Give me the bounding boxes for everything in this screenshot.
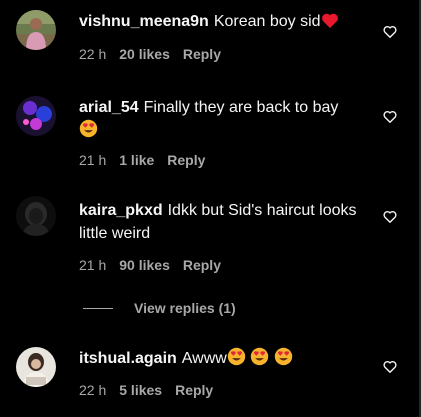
comment-text-block: itshual.again Awww bbox=[79, 347, 369, 373]
comment-text: Korean boy sid bbox=[213, 13, 321, 30]
comment-time: 22 h bbox=[79, 46, 107, 62]
comment-time: 21 h bbox=[79, 257, 107, 273]
comment-time: 21 h bbox=[79, 152, 107, 168]
heart-eyes-emoji-icon bbox=[250, 347, 269, 373]
heart-eyes-emoji-icon bbox=[79, 119, 98, 145]
comment-text: Awww bbox=[181, 350, 227, 367]
comment-meta: 21 h 90 likes Reply bbox=[79, 257, 234, 273]
comment-time: 22 h bbox=[79, 382, 107, 398]
reply-button[interactable]: Reply bbox=[167, 152, 205, 168]
avatar[interactable] bbox=[16, 196, 56, 236]
comment-meta: 21 h 1 like Reply bbox=[79, 152, 218, 168]
comment-username[interactable]: arial_54 bbox=[79, 99, 139, 116]
avatar[interactable] bbox=[16, 96, 56, 136]
avatar[interactable] bbox=[16, 10, 56, 50]
heart-outline-icon[interactable] bbox=[383, 25, 397, 39]
heart-outline-icon[interactable] bbox=[383, 210, 397, 224]
heart-eyes-emoji-icon bbox=[274, 347, 293, 373]
comment-meta: 22 h 5 likes Reply bbox=[79, 382, 226, 398]
comment-username[interactable]: itshual.again bbox=[79, 350, 177, 367]
reply-button[interactable]: Reply bbox=[183, 46, 221, 62]
red-heart-emoji-icon bbox=[321, 12, 339, 36]
comment-username[interactable]: kaira_pkxd bbox=[79, 202, 163, 219]
heart-outline-icon[interactable] bbox=[383, 110, 397, 124]
comment-text-block: vishnu_meena9n Korean boy sid bbox=[79, 10, 369, 36]
comment-likes[interactable]: 20 likes bbox=[119, 46, 170, 62]
comment-username[interactable]: vishnu_meena9n bbox=[79, 13, 209, 30]
heart-outline-icon[interactable] bbox=[383, 360, 397, 374]
comment-meta: 22 h 20 likes Reply bbox=[79, 46, 234, 62]
view-replies-label[interactable]: View replies (1) bbox=[134, 300, 236, 316]
comment-text-block: kaira_pkxd Idkk but Sid's haircut looks l… bbox=[79, 199, 369, 245]
heart-eyes-emoji-icon bbox=[227, 347, 246, 373]
replies-divider-line bbox=[83, 308, 113, 309]
comment-likes[interactable]: 90 likes bbox=[119, 257, 170, 273]
reply-button[interactable]: Reply bbox=[175, 382, 213, 398]
comment-text-block: arial_54 Finally they are back to bay bbox=[79, 96, 369, 145]
comment-text: Finally they are back to bay bbox=[143, 99, 339, 116]
comment-likes[interactable]: 1 like bbox=[119, 152, 154, 168]
reply-button[interactable]: Reply bbox=[183, 257, 221, 273]
comment-likes[interactable]: 5 likes bbox=[119, 382, 162, 398]
avatar[interactable] bbox=[16, 347, 56, 387]
